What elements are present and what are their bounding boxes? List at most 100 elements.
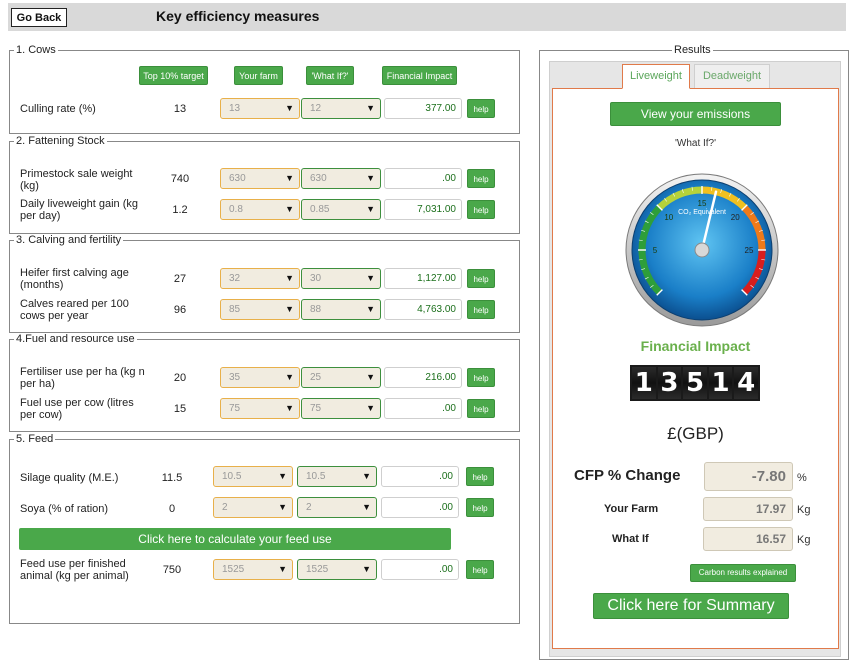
select-value: 2	[222, 502, 228, 513]
row-label-fuel-use: Fuel use per cow (litres per cow)	[20, 397, 134, 421]
help-button-daily-liveweight-gain[interactable]: help	[467, 200, 495, 219]
financial-impact-daily-liveweight-gain: 7,031.00	[384, 199, 462, 220]
select-value: 32	[229, 273, 241, 284]
select-value: 1525	[222, 564, 245, 575]
what-if-select-heifer-calving-age[interactable]: 30 ▼	[301, 268, 381, 289]
what-if-select-fertiliser-use[interactable]: 25 ▼	[301, 367, 381, 388]
help-button-primestock-weight[interactable]: help	[467, 169, 495, 188]
gauge-tick-label: 15	[698, 199, 707, 208]
cfp-change-label: CFP % Change	[574, 467, 681, 484]
financial-impact-culling-rate: 377.00	[384, 98, 462, 119]
top10-value: 13	[173, 103, 187, 115]
financial-impact-calves-reared: 4,763.00	[384, 299, 462, 320]
dropdown-arrow-icon: ▼	[366, 204, 375, 214]
financial-impact-primestock-weight: .00	[384, 168, 462, 189]
help-button-calves-reared[interactable]: help	[467, 300, 495, 319]
what-if-select-fuel-use[interactable]: 75 ▼	[301, 398, 381, 419]
results-legend: Results	[674, 44, 711, 56]
select-value: 630	[229, 173, 246, 184]
row-label-calves-reared: Calves reared per 100 cows per year	[20, 298, 129, 322]
your-farm-select-fertiliser-use[interactable]: 35 ▼	[220, 367, 300, 388]
dropdown-arrow-icon: ▼	[278, 502, 287, 512]
section-legend: 3. Calving and fertility	[16, 234, 122, 246]
help-button-feed-use[interactable]: help	[466, 560, 494, 579]
what-if-select-calves-reared[interactable]: 88 ▼	[301, 299, 381, 320]
tab-liveweight[interactable]: Liveweight	[622, 64, 690, 89]
financial-impact-heifer-calving-age: 1,127.00	[384, 268, 462, 289]
dropdown-arrow-icon: ▼	[278, 564, 287, 574]
gauge-tick-label: 25	[745, 246, 754, 255]
select-value: 1525	[306, 564, 329, 575]
help-button-heifer-calving-age[interactable]: help	[467, 269, 495, 288]
your-farm-select-soya[interactable]: 2 ▼	[213, 497, 293, 518]
row-label-daily-liveweight-gain: Daily liveweight gain (kg per day)	[20, 198, 138, 222]
select-value: 13	[229, 103, 241, 114]
what-if-label: What If	[612, 533, 649, 545]
your-farm-select-culling-rate[interactable]: 13 ▼	[220, 98, 300, 119]
tab-deadweight[interactable]: Deadweight	[694, 64, 770, 89]
column-header-what-if[interactable]: 'What If?'	[306, 66, 354, 85]
what-if-select-silage-quality[interactable]: 10.5 ▼	[297, 466, 377, 487]
top10-value: 20	[173, 372, 187, 384]
help-button-silage-quality[interactable]: help	[466, 467, 494, 486]
financial-impact-feed-use: .00	[381, 559, 459, 580]
what-if-select-daily-liveweight-gain[interactable]: 0.85 ▼	[301, 199, 381, 220]
top10-value: 15	[173, 403, 187, 415]
what-if-select-primestock-weight[interactable]: 630 ▼	[301, 168, 381, 189]
column-header-top10[interactable]: Top 10% target	[139, 66, 208, 85]
column-header-financial-impact[interactable]: Financial Impact	[382, 66, 457, 85]
select-value: 35	[229, 372, 241, 383]
summary-button[interactable]: Click here for Summary	[593, 593, 789, 619]
row-label-heifer-calving-age: Heifer first calving age (months)	[20, 267, 129, 291]
your-farm-select-primestock-weight[interactable]: 630 ▼	[220, 168, 300, 189]
top10-value: 750	[162, 564, 182, 576]
select-value: 25	[310, 372, 322, 383]
view-emissions-breakdown-button[interactable]: View your emissions breakdown	[610, 102, 781, 143]
gauge-tick-label: 10	[664, 213, 673, 222]
your-farm-select-calves-reared[interactable]: 85 ▼	[220, 299, 300, 320]
your-farm-select-feed-use[interactable]: 1525 ▼	[213, 559, 293, 580]
currency-label: £(GBP)	[667, 424, 724, 443]
dropdown-arrow-icon: ▼	[285, 173, 294, 183]
counter-digit: 1	[632, 367, 656, 399]
calculate-feed-use-button[interactable]: Click here to calculate your feed use	[19, 528, 451, 550]
carbon-results-explained-button[interactable]: Carbon results explained	[690, 564, 796, 582]
select-value: 10.5	[222, 471, 242, 482]
help-button-culling-rate[interactable]: help	[467, 99, 495, 118]
help-button-fertiliser-use[interactable]: help	[467, 368, 495, 387]
dropdown-arrow-icon: ▼	[285, 403, 294, 413]
your-farm-select-heifer-calving-age[interactable]: 32 ▼	[220, 268, 300, 289]
what-if-select-soya[interactable]: 2 ▼	[297, 497, 377, 518]
dropdown-arrow-icon: ▼	[285, 304, 294, 314]
cfp-change-unit: %	[797, 472, 807, 484]
go-back-button[interactable]: Go Back	[11, 8, 67, 27]
section-cows: 1. Cows	[9, 44, 520, 134]
your-farm-select-fuel-use[interactable]: 75 ▼	[220, 398, 300, 419]
top10-value: 27	[173, 273, 187, 285]
your-farm-select-silage-quality[interactable]: 10.5 ▼	[213, 466, 293, 487]
dropdown-arrow-icon: ▼	[278, 471, 287, 481]
your-farm-label: Your Farm	[604, 503, 659, 515]
dropdown-arrow-icon: ▼	[366, 372, 375, 382]
what-if-select-feed-use[interactable]: 1525 ▼	[297, 559, 377, 580]
row-label-fertiliser-use: Fertiliser use per ha (kg n per ha)	[20, 366, 145, 390]
section-legend: 4.Fuel and resource use	[16, 333, 135, 345]
column-header-your-farm[interactable]: Your farm	[234, 66, 283, 85]
page-title: Key efficiency measures	[156, 8, 320, 24]
dropdown-arrow-icon: ▼	[366, 403, 375, 413]
top10-value: 1.2	[172, 204, 188, 216]
counter-digit: 5	[683, 367, 707, 399]
help-button-fuel-use[interactable]: help	[467, 399, 495, 418]
what-if-select-culling-rate[interactable]: 12 ▼	[301, 98, 381, 119]
cfp-change-value: -7.80	[704, 462, 793, 491]
dropdown-arrow-icon: ▼	[362, 502, 371, 512]
your-farm-unit: Kg	[797, 504, 811, 516]
top10-value: 0	[168, 503, 176, 515]
what-if-value: 16.57	[703, 527, 793, 551]
row-label-soya: Soya (% of ration)	[20, 503, 109, 515]
top10-value: 96	[173, 304, 187, 316]
financial-impact-soya: .00	[381, 497, 459, 518]
help-button-soya[interactable]: help	[466, 498, 494, 517]
select-value: 0.8	[229, 204, 243, 215]
your-farm-select-daily-liveweight-gain[interactable]: 0.8 ▼	[220, 199, 300, 220]
